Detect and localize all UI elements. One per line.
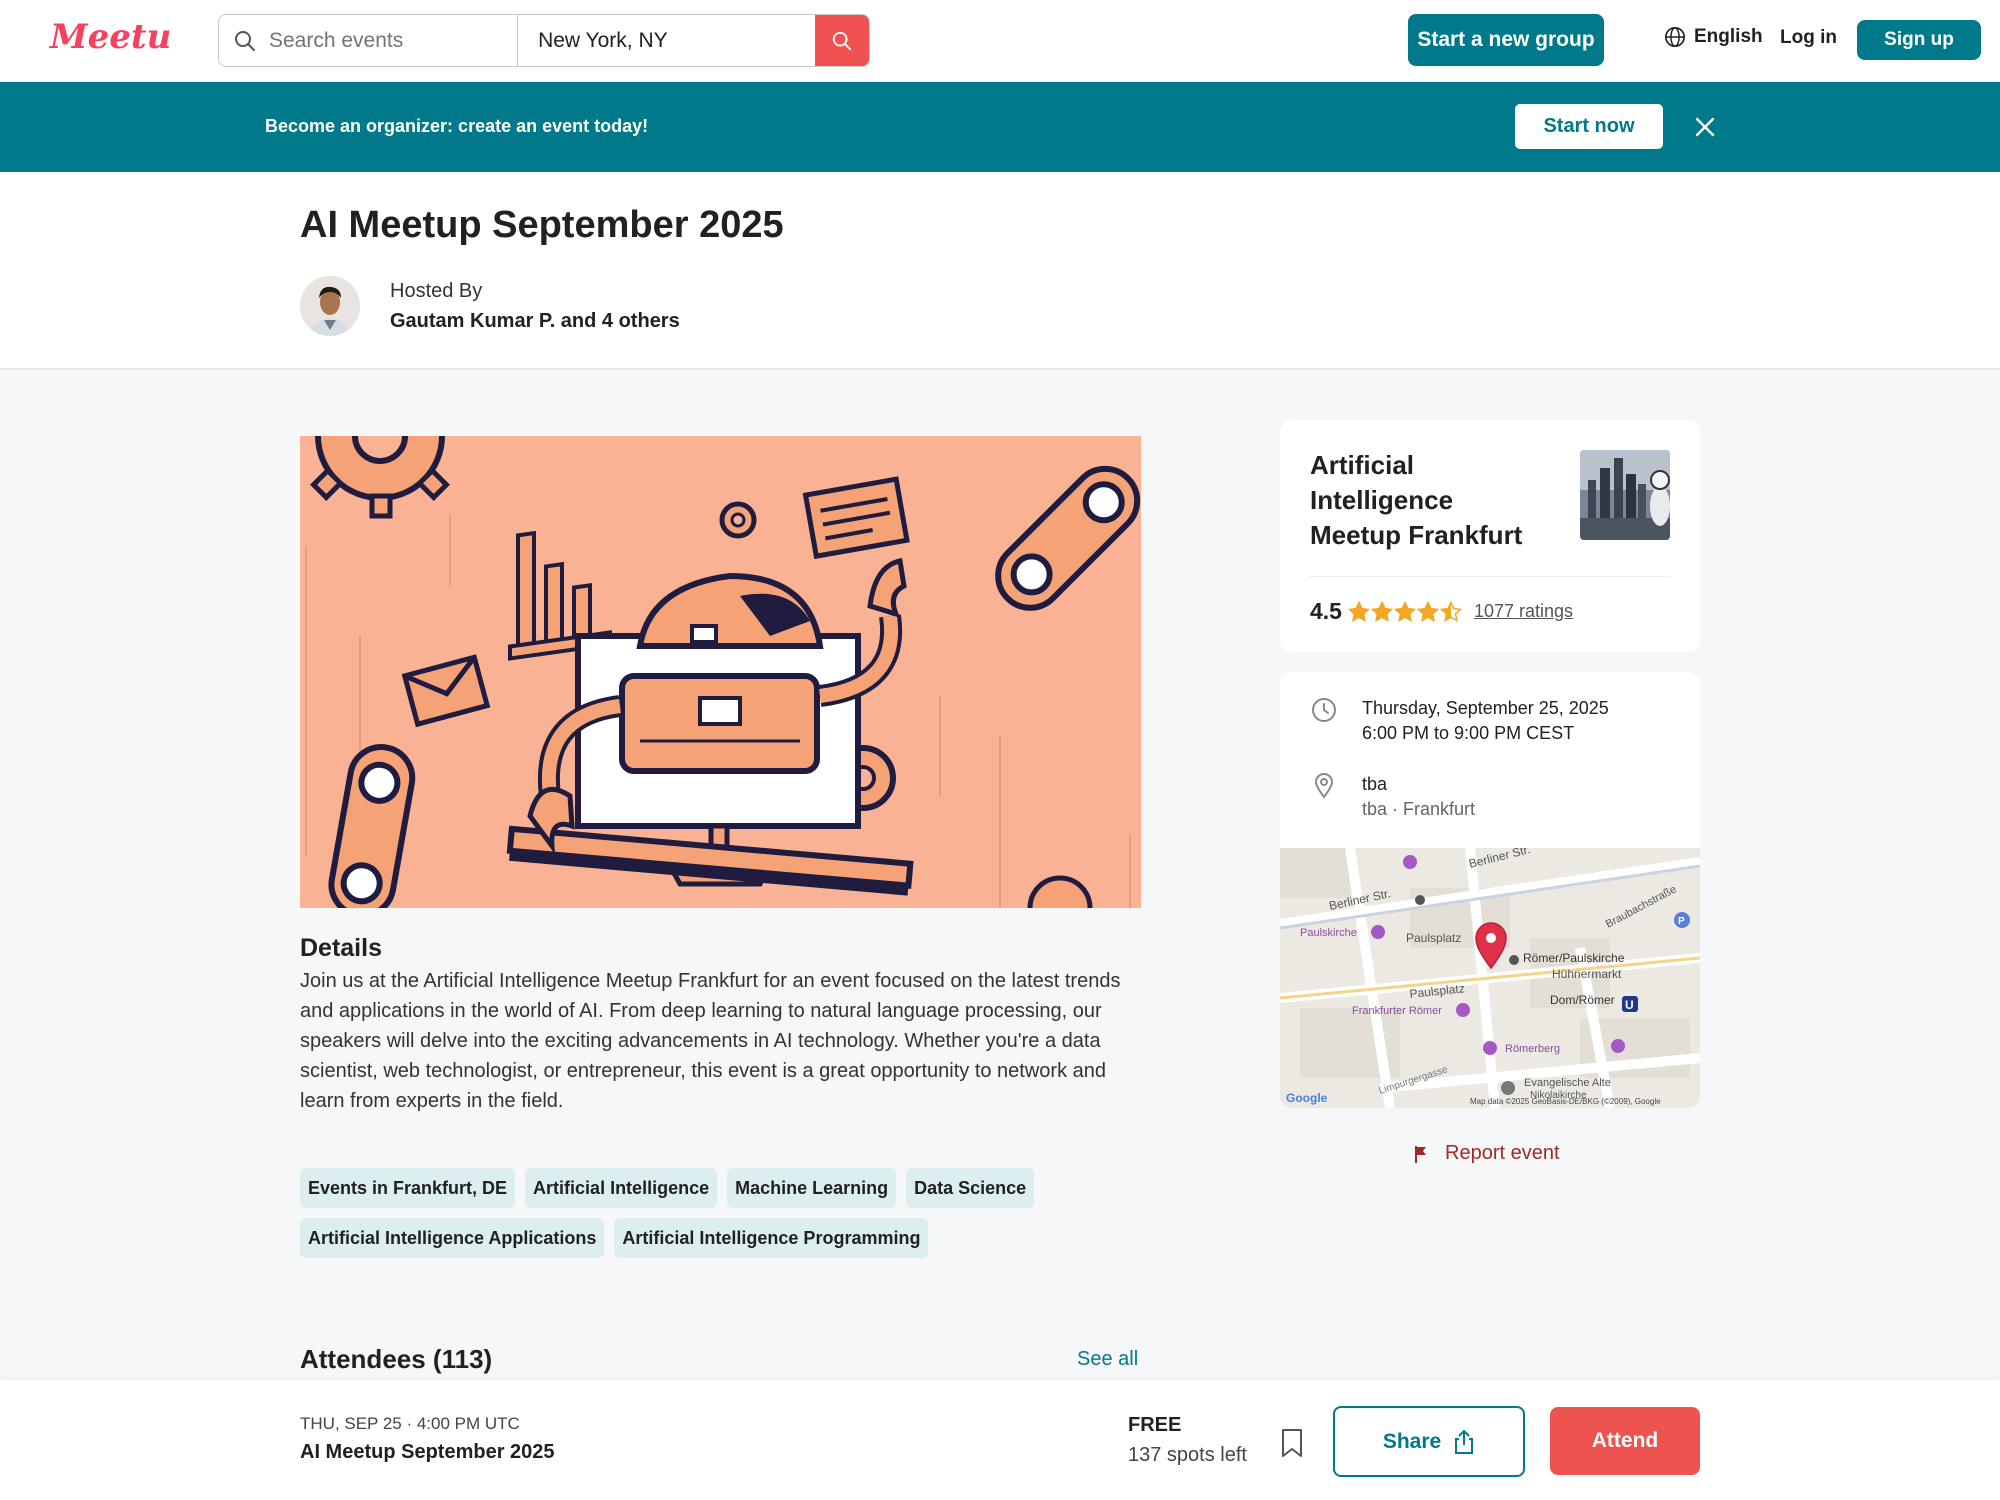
share-label: Share (1382, 1429, 1442, 1453)
venue-name: tba (1362, 774, 1388, 794)
location-map[interactable]: Berliner Str. Berliner Str. Paulskirche … (1280, 842, 1700, 1108)
host-avatar[interactable] (300, 276, 360, 336)
price-label: FREE (1128, 1414, 1182, 1436)
attend-button[interactable]: Attend (1550, 1407, 1700, 1475)
map-station-label: Dom/Römer (1550, 993, 1615, 1007)
group-rating: 4.5 1077 ratings (1310, 598, 1573, 625)
host-name[interactable]: Gautam Kumar P. and 4 others (390, 310, 680, 333)
location-row[interactable]: tba tba · Frankfurt (1310, 772, 1475, 822)
search-bar (218, 14, 870, 67)
topic-tag[interactable]: Data Science (906, 1168, 1035, 1208)
group-thumbnail[interactable] (1580, 450, 1670, 540)
rating-stars (1347, 600, 1462, 623)
search-field (219, 15, 519, 66)
divider (1310, 576, 1670, 577)
search-icon (235, 30, 255, 51)
rating-value: 4.5 (1310, 598, 1342, 624)
star-icon (1347, 600, 1370, 622)
map-poi-label: Römerberg (1505, 1043, 1560, 1055)
signup-button[interactable]: Sign up (1857, 20, 1981, 60)
group-name[interactable]: Artificial Intelligence Meetup Frankfurt (1310, 448, 1550, 553)
event-time: 6:00 PM to 9:00 PM CEST (1362, 723, 1575, 743)
map-poi-label: Paulskirche (1300, 927, 1357, 939)
map-station-label: Römer/Paulskirche (1523, 951, 1625, 965)
flag-icon (1415, 1145, 1426, 1163)
location-input[interactable] (538, 28, 816, 53)
language-label: English (1694, 26, 1763, 47)
ratings-count-link[interactable]: 1077 ratings (1474, 601, 1573, 622)
event-header: AI Meetup September 2025 Hosted By Gauta… (0, 172, 2000, 370)
top-nav: Meetup Start a new group English Lo (0, 0, 2000, 82)
report-label: Report event (1445, 1142, 1560, 1164)
spots-left: 137 spots left (1128, 1444, 1247, 1466)
page-title: AI Meetup September 2025 (300, 204, 784, 246)
date-time-row[interactable]: Thursday, September 25, 2025 6:00 PM to … (1310, 696, 1609, 746)
map-place-label: Hühnermarkt (1552, 967, 1622, 981)
start-new-group-button[interactable]: Start a new group (1408, 14, 1604, 66)
share-button[interactable]: Share (1333, 1406, 1525, 1477)
svg-text:U: U (1625, 998, 1634, 1012)
svg-text:Meetup: Meetup (49, 17, 172, 57)
report-event-link[interactable]: Report event (1413, 1142, 1560, 1165)
organizer-banner: Become an organizer: create an event tod… (0, 82, 2000, 172)
group-card[interactable]: Artificial Intelligence Meetup Frankfurt… (1280, 420, 1700, 652)
event-info-card: Thursday, September 25, 2025 6:00 PM to … (1280, 672, 1700, 1108)
hosted-by-label: Hosted By (390, 280, 483, 302)
bookmark-icon[interactable] (1280, 1428, 1304, 1458)
venue-address: tba · Frankfurt (1362, 799, 1476, 819)
search-button[interactable] (815, 15, 869, 66)
map-pin-icon (1314, 773, 1334, 799)
location-field (518, 15, 816, 66)
topic-tag[interactable]: Artificial Intelligence Programming (614, 1218, 929, 1258)
search-input[interactable] (269, 28, 518, 53)
details-heading: Details (300, 934, 382, 962)
start-now-button[interactable]: Start now (1515, 104, 1663, 149)
language-selector[interactable]: English (1664, 26, 1763, 48)
star-icon (1416, 600, 1439, 622)
banner-text: Become an organizer: create an event tod… (265, 116, 649, 136)
event-hero-image (300, 436, 1141, 908)
star-icon (1393, 600, 1416, 622)
attendees-heading: Attendees (113) (300, 1344, 493, 1374)
bottom-action-bar: THU, SEP 25 · 4:00 PM UTC AI Meetup Sept… (0, 1380, 2000, 1500)
search-icon (832, 31, 852, 50)
map-place-label: Paulsplatz (1406, 931, 1461, 945)
meetup-logo[interactable]: Meetup (48, 14, 172, 64)
star-icon (1439, 600, 1462, 622)
google-logo: Google (1286, 1091, 1328, 1105)
globe-icon (1665, 27, 1685, 47)
map-poi-label: Frankfurter Römer (1352, 1005, 1442, 1017)
bottom-bar-title: AI Meetup September 2025 (300, 1441, 555, 1463)
event-date: Thursday, September 25, 2025 (1362, 698, 1609, 718)
clock-icon (1312, 698, 1336, 722)
topic-tag[interactable]: Machine Learning (727, 1168, 897, 1208)
login-link[interactable]: Log in (1780, 27, 1837, 49)
topic-tag[interactable]: Artificial Intelligence (525, 1168, 718, 1208)
topic-tag[interactable]: Events in Frankfurt, DE (300, 1168, 516, 1208)
close-icon[interactable] (1694, 116, 1716, 138)
share-icon (1455, 1429, 1474, 1454)
star-icon (1370, 600, 1393, 622)
map-attribution: Map data ©2025 GeoBasis-DE/BKG (©2009), … (1470, 1097, 1661, 1106)
see-all-attendees-link[interactable]: See all (1077, 1348, 1138, 1371)
details-body: Join us at the Artificial Intelligence M… (300, 970, 1121, 1112)
map-poi-label: Evangelische Alte (1524, 1077, 1611, 1089)
topic-tags: Events in Frankfurt, DE Artificial Intel… (300, 1168, 1160, 1258)
bottom-bar-date: THU, SEP 25 · 4:00 PM UTC (300, 1414, 520, 1433)
svg-text:P: P (1678, 916, 1685, 927)
topic-tag[interactable]: Artificial Intelligence Applications (300, 1218, 605, 1258)
